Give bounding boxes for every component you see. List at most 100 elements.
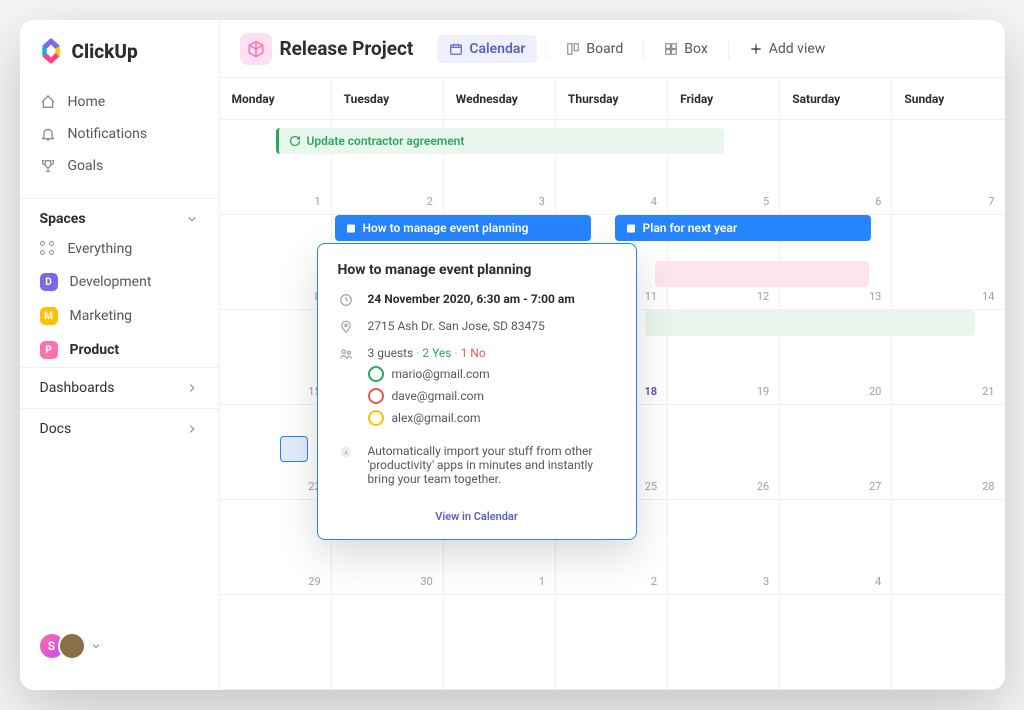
logo[interactable]: ClickUp [20, 38, 219, 78]
calendar-icon [449, 42, 463, 56]
calendar-cell[interactable] [332, 595, 444, 690]
clickup-logo-icon [38, 38, 64, 64]
status-dot [368, 366, 384, 382]
day-header: Tuesday [332, 78, 444, 119]
date-number: 6 [875, 195, 881, 208]
popup-title: How to manage event planning [338, 262, 616, 278]
project-title: Release Project [280, 37, 414, 60]
spaces-header[interactable]: Spaces [20, 198, 219, 233]
chevron-right-icon [185, 422, 199, 436]
calendar-cell[interactable] [444, 595, 556, 690]
calendar-small-icon [345, 222, 357, 234]
sidebar-item-development[interactable]: D Development [20, 265, 219, 299]
event-lgreen[interactable] [645, 310, 975, 336]
day-header: Friday [668, 78, 780, 119]
sidebar-dashboards[interactable]: Dashboards [20, 367, 219, 408]
calendar-cell[interactable]: 14 [892, 215, 1004, 310]
date-number: 2 [651, 575, 657, 588]
date-number: 11 [645, 290, 657, 303]
status-dot [368, 410, 384, 426]
calendar-cell[interactable]: 4 [780, 500, 892, 595]
grid-icon [40, 241, 56, 257]
date-number: 18 [644, 385, 657, 398]
calendar-cell[interactable]: 7 [892, 120, 1004, 215]
date-number: 12 [757, 290, 769, 303]
calendar-cell[interactable]: 6 [780, 120, 892, 215]
calendar-cell[interactable]: 15 [220, 310, 332, 405]
day-header: Saturday [780, 78, 892, 119]
date-number: 26 [757, 480, 769, 493]
event-planning[interactable]: How to manage event planning [335, 215, 591, 241]
brand-name: ClickUp [72, 40, 138, 63]
chevron-right-icon [185, 381, 199, 395]
calendar-cell[interactable]: 29 [220, 500, 332, 595]
date-number: 19 [757, 385, 769, 398]
day-header: Sunday [892, 78, 1004, 119]
date-number: 21 [982, 385, 994, 398]
date-number: 30 [420, 575, 432, 588]
nav-label: Home [68, 94, 106, 110]
status-dot [368, 388, 384, 404]
avatar [58, 632, 86, 660]
nav-goals[interactable]: Goals [28, 150, 211, 182]
view-in-calendar-link[interactable]: View in Calendar [338, 498, 616, 529]
calendar-cell[interactable]: 26 [668, 405, 780, 500]
date-number: 20 [869, 385, 881, 398]
user-avatars[interactable]: S [20, 620, 219, 672]
calendar-cell[interactable]: 22 [220, 405, 332, 500]
box-icon [664, 42, 678, 56]
space-badge: M [40, 307, 58, 325]
calendar-cell[interactable] [556, 595, 668, 690]
calendar-cell[interactable] [892, 500, 1004, 595]
space-badge: P [40, 341, 58, 359]
clock-icon [338, 293, 354, 307]
guest-row: alex@gmail.com [368, 410, 616, 426]
add-view-button[interactable]: Add view [737, 35, 838, 63]
guest-row: dave@gmail.com [368, 388, 616, 404]
date-number: 2 [427, 195, 433, 208]
project-icon [240, 33, 272, 65]
board-icon [566, 42, 580, 56]
refresh-icon [289, 135, 301, 147]
event-contractor[interactable]: Update contractor agreement [276, 128, 724, 154]
date-number: 3 [763, 575, 769, 588]
tab-calendar[interactable]: Calendar [437, 35, 537, 63]
date-number: 29 [308, 575, 320, 588]
day-header: Thursday [556, 78, 668, 119]
calendar-cell[interactable]: 27 [780, 405, 892, 500]
calendar-cell[interactable]: 8 [220, 215, 332, 310]
date-number: 3 [539, 195, 545, 208]
location-icon [338, 320, 354, 334]
calendar-cell[interactable]: 3 [668, 500, 780, 595]
calendar-cell[interactable] [892, 595, 1004, 690]
day-header: Monday [220, 78, 332, 119]
space-badge: D [40, 273, 58, 291]
event-pink[interactable] [655, 261, 869, 287]
sidebar-item-marketing[interactable]: M Marketing [20, 299, 219, 333]
calendar-cell[interactable] [220, 595, 332, 690]
day-header: Wednesday [444, 78, 556, 119]
plus-icon [749, 42, 763, 56]
nav-home[interactable]: Home [28, 86, 211, 118]
date-number: 7 [988, 195, 994, 208]
tab-box[interactable]: Box [652, 35, 720, 63]
sidebar-item-product[interactable]: P Product [20, 333, 219, 367]
date-number: 25 [645, 480, 657, 493]
sidebar-docs[interactable]: Docs [20, 408, 219, 449]
calendar-cell[interactable] [780, 595, 892, 690]
nav-label: Goals [68, 158, 104, 174]
calendar-cell[interactable] [668, 595, 780, 690]
calendar-cell[interactable]: 28 [892, 405, 1004, 500]
nav-notifications[interactable]: Notifications [28, 118, 211, 150]
info-icon [338, 445, 354, 459]
event-lblue[interactable] [280, 436, 308, 462]
event-next-year[interactable]: Plan for next year [615, 215, 871, 241]
bell-icon [40, 126, 56, 142]
date-number: 4 [875, 575, 881, 588]
cube-icon [247, 40, 265, 58]
calendar-header-row: Monday Tuesday Wednesday Thursday Friday… [220, 78, 1005, 120]
nav-label: Notifications [68, 126, 148, 142]
tab-board[interactable]: Board [554, 35, 635, 63]
trophy-icon [40, 158, 56, 174]
sidebar-item-everything[interactable]: Everything [20, 233, 219, 265]
